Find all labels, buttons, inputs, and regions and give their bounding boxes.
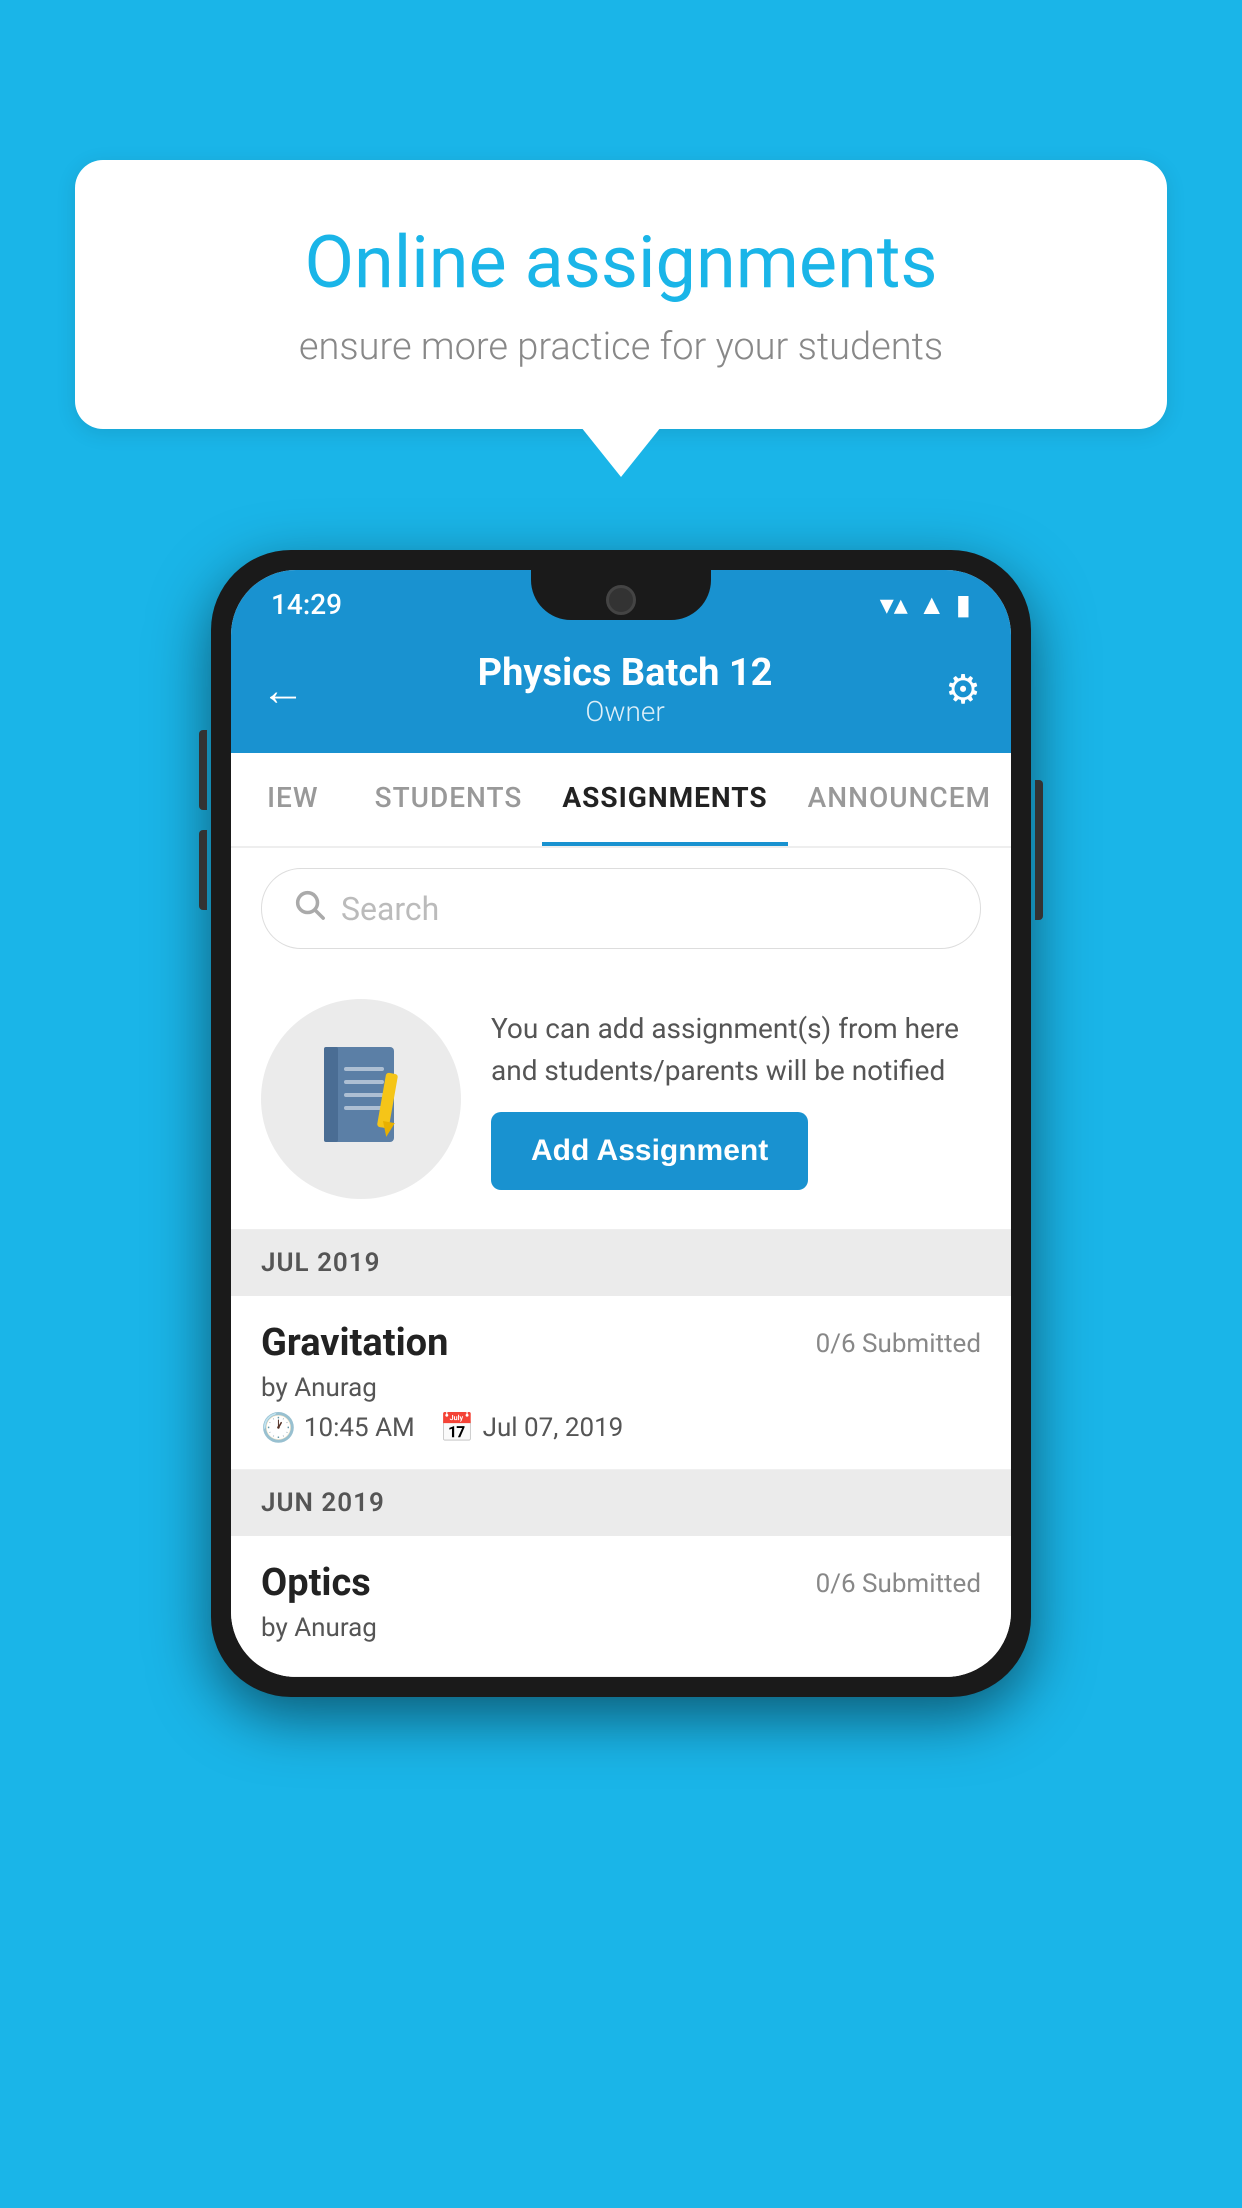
tab-announcements[interactable]: ANNOUNCEM bbox=[788, 753, 1011, 846]
search-icon bbox=[292, 887, 326, 930]
assignment-submitted-optics: 0/6 Submitted bbox=[816, 1569, 981, 1599]
tabs-bar: IEW STUDENTS ASSIGNMENTS ANNOUNCEM bbox=[231, 753, 1011, 848]
header-subtitle: Owner bbox=[478, 695, 773, 728]
app-header: ← Physics Batch 12 Owner ⚙ bbox=[231, 631, 1011, 753]
assignment-name: Gravitation bbox=[261, 1321, 448, 1365]
phone-mockup: 14:29 ▾▴ ▲ ▮ ← Physics Batch 12 Owner ⚙ … bbox=[211, 550, 1031, 1697]
phone-screen: 14:29 ▾▴ ▲ ▮ ← Physics Batch 12 Owner ⚙ … bbox=[231, 570, 1011, 1677]
wifi-icon: ▾▴ bbox=[880, 588, 908, 621]
assignment-time: 🕐 10:45 AM bbox=[261, 1411, 415, 1444]
header-title: Physics Batch 12 bbox=[478, 651, 773, 695]
assignment-item-gravitation[interactable]: Gravitation 0/6 Submitted by Anurag 🕐 10… bbox=[231, 1296, 1011, 1470]
phone-camera bbox=[606, 585, 636, 615]
bubble-title: Online assignments bbox=[145, 220, 1097, 305]
promo-icon-circle bbox=[261, 999, 461, 1199]
header-title-group: Physics Batch 12 Owner bbox=[478, 651, 773, 728]
side-button-volume-down bbox=[199, 830, 207, 910]
side-button-volume-up bbox=[199, 730, 207, 810]
assignment-time-value: 10:45 AM bbox=[304, 1413, 415, 1443]
calendar-icon: 📅 bbox=[440, 1411, 475, 1444]
signal-icon: ▲ bbox=[918, 588, 946, 621]
side-button-power bbox=[1035, 780, 1043, 920]
section-label-jul: JUL 2019 bbox=[261, 1248, 381, 1278]
bubble-subtitle: ensure more practice for your students bbox=[145, 325, 1097, 369]
assignment-meta: 🕐 10:45 AM 📅 Jul 07, 2019 bbox=[261, 1411, 981, 1444]
settings-button[interactable]: ⚙ bbox=[945, 666, 981, 713]
promo-description: You can add assignment(s) from here and … bbox=[491, 1008, 981, 1092]
promo-section: You can add assignment(s) from here and … bbox=[231, 969, 1011, 1230]
promo-banner: Online assignments ensure more practice … bbox=[75, 160, 1167, 429]
search-bar[interactable]: Search bbox=[261, 868, 981, 949]
assignment-by-optics: by Anurag bbox=[261, 1613, 981, 1643]
search-placeholder: Search bbox=[341, 890, 439, 928]
battery-icon: ▮ bbox=[956, 588, 971, 621]
status-icons: ▾▴ ▲ ▮ bbox=[880, 588, 971, 621]
phone-outer: 14:29 ▾▴ ▲ ▮ ← Physics Batch 12 Owner ⚙ … bbox=[211, 550, 1031, 1697]
assignment-item-optics[interactable]: Optics 0/6 Submitted by Anurag bbox=[231, 1536, 1011, 1677]
assignment-submitted: 0/6 Submitted bbox=[816, 1329, 981, 1359]
back-button[interactable]: ← bbox=[261, 664, 305, 716]
section-header-jul: JUL 2019 bbox=[231, 1230, 1011, 1296]
assignment-date: 📅 Jul 07, 2019 bbox=[440, 1411, 624, 1444]
assignment-top-optics: Optics 0/6 Submitted bbox=[261, 1561, 981, 1605]
status-time: 14:29 bbox=[271, 588, 342, 621]
tab-assignments[interactable]: ASSIGNMENTS bbox=[542, 753, 787, 846]
promo-content: You can add assignment(s) from here and … bbox=[491, 1008, 981, 1190]
tab-students[interactable]: STUDENTS bbox=[355, 753, 543, 846]
search-container: Search bbox=[231, 848, 1011, 969]
section-header-jun: JUN 2019 bbox=[231, 1470, 1011, 1536]
notebook-icon bbox=[314, 1042, 409, 1157]
phone-notch bbox=[531, 570, 711, 620]
clock-icon: 🕐 bbox=[261, 1411, 296, 1444]
add-assignment-button[interactable]: Add Assignment bbox=[491, 1112, 808, 1190]
speech-bubble: Online assignments ensure more practice … bbox=[75, 160, 1167, 429]
assignment-top: Gravitation 0/6 Submitted bbox=[261, 1321, 981, 1365]
assignment-date-value: Jul 07, 2019 bbox=[483, 1413, 624, 1443]
section-label-jun: JUN 2019 bbox=[261, 1488, 385, 1518]
assignment-name-optics: Optics bbox=[261, 1561, 371, 1605]
assignment-by: by Anurag bbox=[261, 1373, 981, 1403]
tab-iew[interactable]: IEW bbox=[231, 753, 355, 846]
